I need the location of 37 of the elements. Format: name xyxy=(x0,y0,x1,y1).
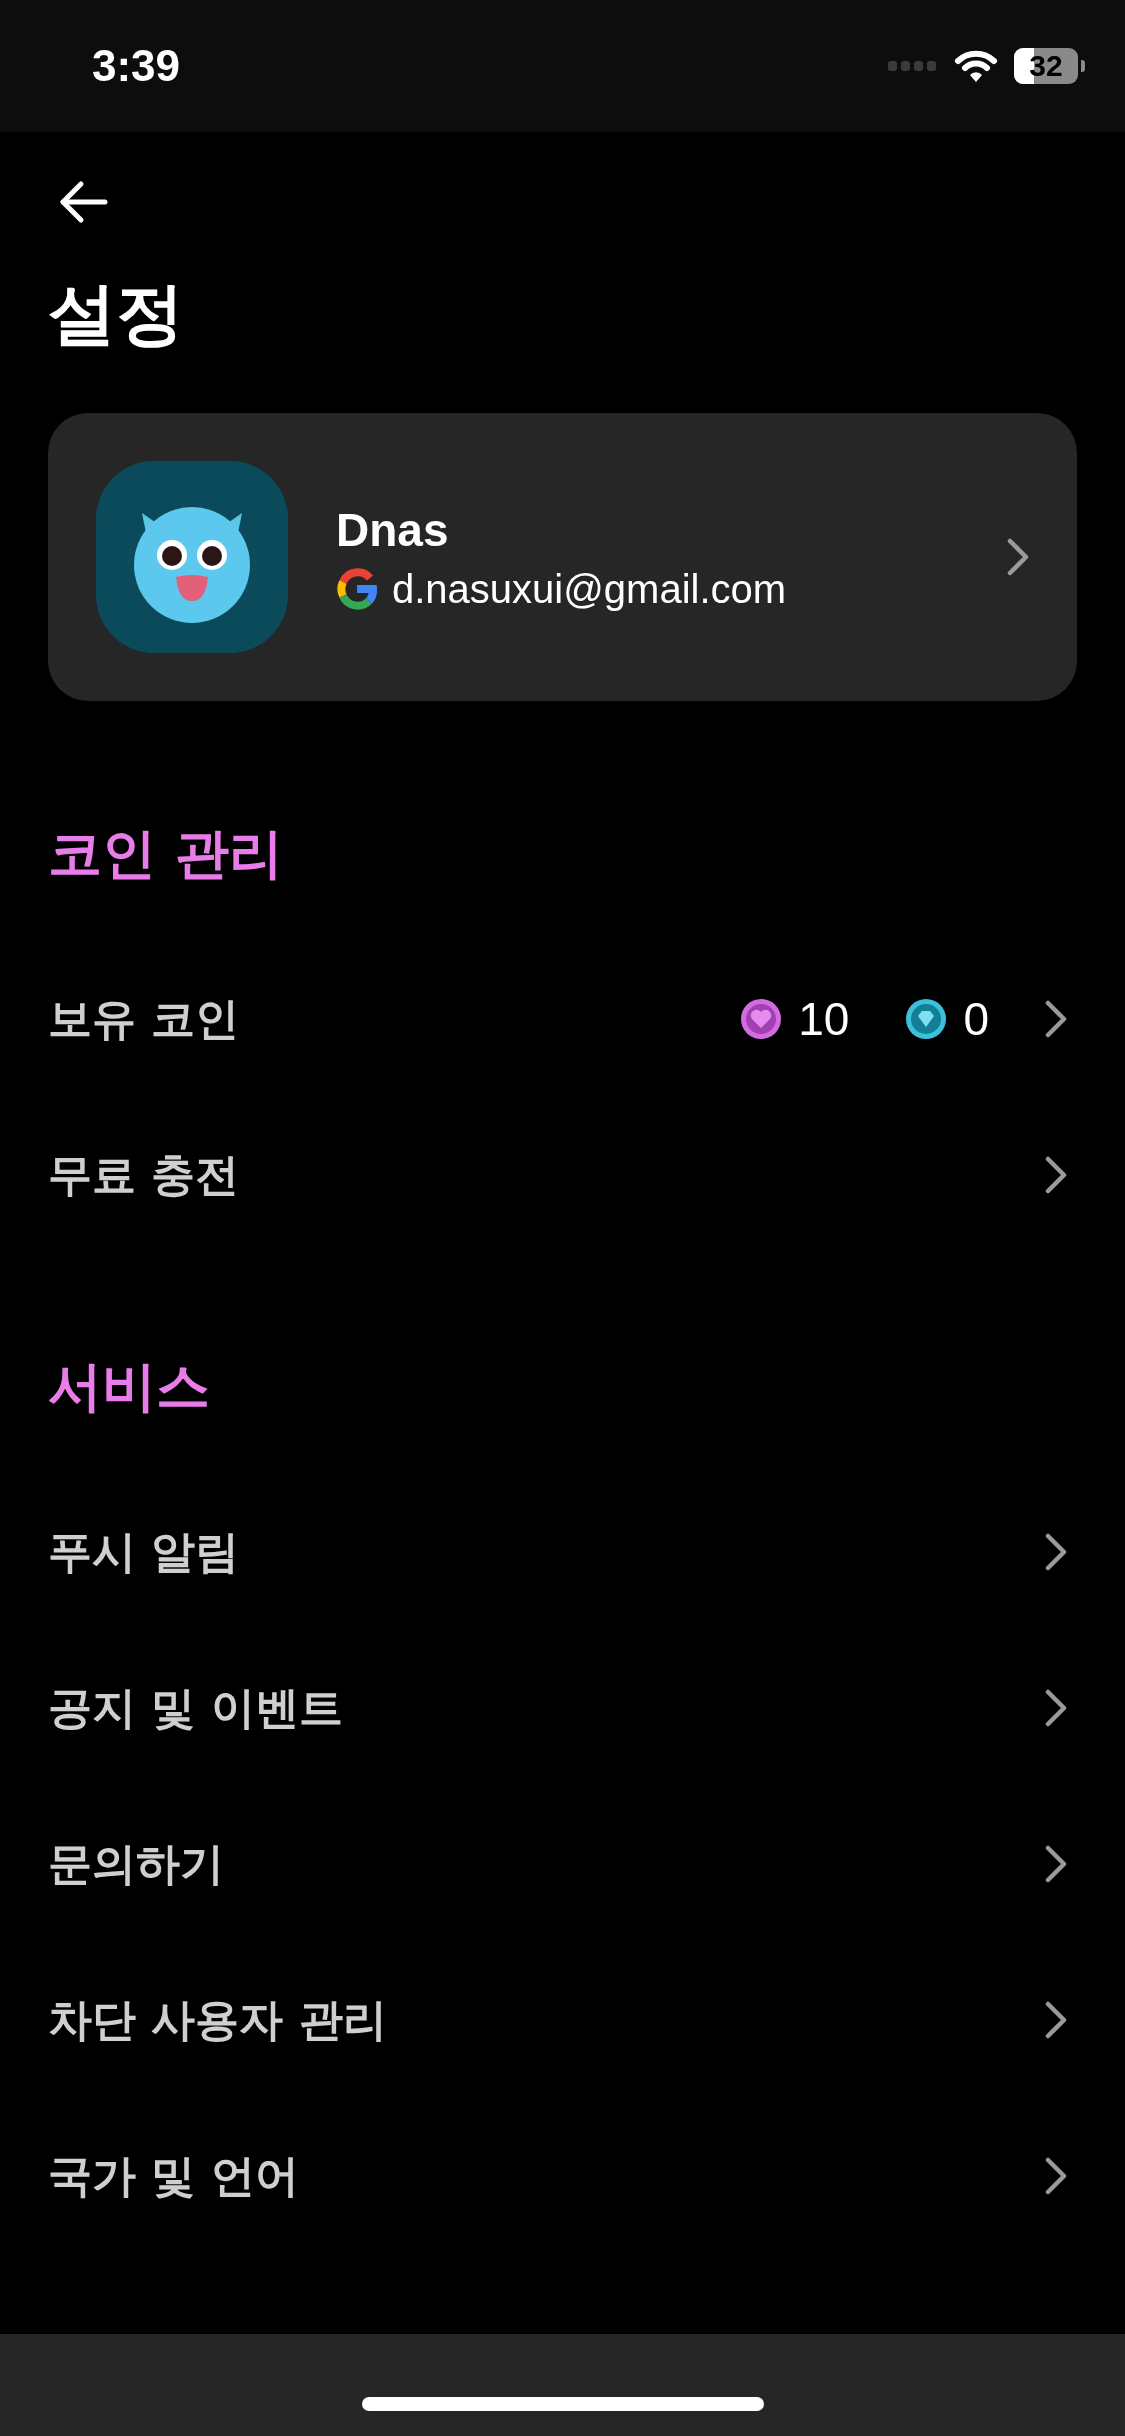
row-label: 푸시 알림 xyxy=(48,1524,241,1579)
settings-row[interactable]: 푸시 알림 xyxy=(48,1474,1077,1630)
row-label: 공지 및 이벤트 xyxy=(48,1680,344,1735)
row-label: 보유 코인 xyxy=(48,991,241,1046)
coin-amount: 0 xyxy=(963,992,989,1046)
chevron-right-icon xyxy=(1045,1000,1067,1038)
section-heading: 서비스 xyxy=(48,1354,211,1420)
settings-row[interactable]: 보유 코인 10 0 xyxy=(48,941,1077,1097)
signal-icon xyxy=(888,61,938,71)
chevron-right-icon xyxy=(1045,1845,1067,1883)
row-label: 무료 충전 xyxy=(48,1147,241,1202)
chevron-right-icon xyxy=(1045,2157,1067,2195)
chevron-right-icon xyxy=(1045,1689,1067,1727)
status-time: 3:39 xyxy=(92,41,181,91)
diamond-coin-icon xyxy=(905,998,948,1040)
google-icon xyxy=(336,568,378,610)
profile-name: Dnas xyxy=(336,502,450,557)
row-label: 문의하기 xyxy=(48,1836,225,1891)
section-heading: 코인 관리 xyxy=(48,821,284,887)
chevron-right-icon xyxy=(1045,1156,1067,1194)
chevron-right-icon xyxy=(1045,2001,1067,2039)
settings-row[interactable]: 공지 및 이벤트 xyxy=(48,1630,1077,1786)
profile-email: d.nasuxui@gmail.com xyxy=(392,566,787,612)
profile-card[interactable]: Dnas d.nasuxui@gmail.com xyxy=(48,413,1077,701)
heart-coin-icon xyxy=(740,998,783,1040)
coin-amount: 10 xyxy=(798,992,850,1046)
row-label: 차단 사용자 관리 xyxy=(48,1992,388,2047)
avatar-icon xyxy=(96,461,288,653)
settings-row[interactable]: 차단 사용자 관리 xyxy=(48,1942,1077,2098)
settings-row[interactable]: 문의하기 xyxy=(48,1786,1077,1942)
chevron-right-icon xyxy=(1007,538,1029,576)
wifi-icon xyxy=(954,49,998,83)
row-label: 국가 및 언어 xyxy=(48,2148,300,2203)
settings-row[interactable]: 무료 충전 xyxy=(48,1097,1077,1253)
chevron-right-icon xyxy=(1045,1533,1067,1571)
settings-row[interactable]: 국가 및 언어 xyxy=(48,2098,1077,2254)
page-title: 설정 xyxy=(48,273,185,355)
